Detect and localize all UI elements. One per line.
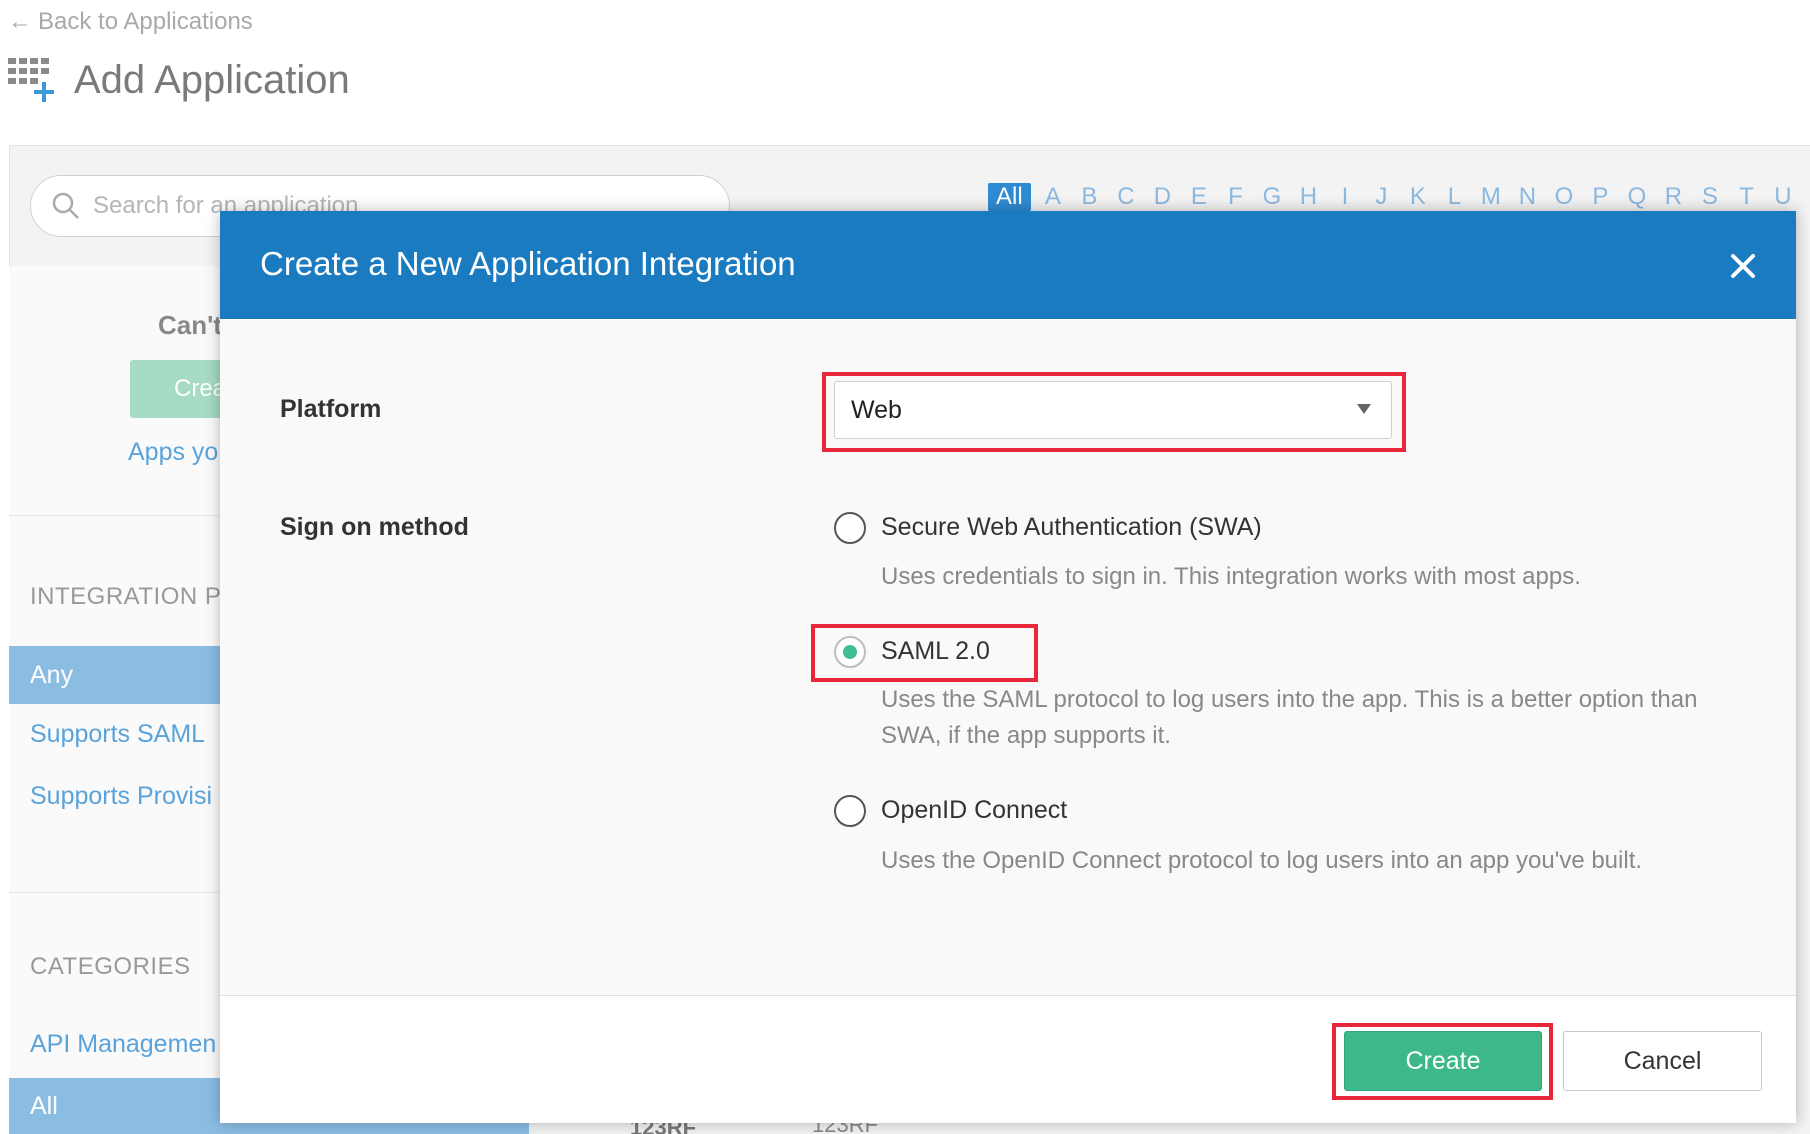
alphabet-filter-c[interactable]: C [1108,183,1145,211]
alphabet-filter-l[interactable]: L [1436,183,1473,211]
cant-find-text: Can't [158,310,222,340]
alphabet-filter-k[interactable]: K [1400,183,1437,211]
alphabet-filter-m[interactable]: M [1473,183,1510,211]
create-button[interactable]: Create [1344,1031,1542,1091]
alphabet-filter-o[interactable]: O [1546,183,1583,211]
modal-title: Create a New Application Integration [260,245,796,282]
close-icon[interactable] [1730,253,1756,279]
alphabet-filter-p[interactable]: P [1582,183,1619,211]
sign-on-method-label: Sign on method [280,513,469,541]
integration-heading: INTEGRATION PR [30,583,240,610]
sidebar-item-supports-provisioning[interactable]: Supports Provisi [30,782,212,811]
sidebar-item-supports-saml[interactable]: Supports SAML [30,720,205,749]
search-icon [52,192,79,219]
radio-swa[interactable] [834,512,866,544]
platform-select-value: Web [851,395,902,424]
option-label-swa[interactable]: Secure Web Authentication (SWA) [881,513,1262,542]
radio-saml[interactable] [834,636,866,668]
radio-openid[interactable] [834,795,866,827]
create-integration-modal: Create a New Application Integration [220,211,1796,1123]
back-arrow-icon: ← [8,8,32,35]
back-to-applications-link[interactable]: ← Back to Applications [8,8,253,36]
add-apps-grid-icon [8,56,56,104]
alphabet-filter-f[interactable]: F [1217,183,1254,211]
alphabet-filter-u[interactable]: U [1765,183,1802,211]
alphabet-filter-h[interactable]: H [1290,183,1327,211]
alphabet-filter-b[interactable]: B [1071,183,1108,211]
alphabet-filter-j[interactable]: J [1363,183,1400,211]
option-label-saml[interactable]: SAML 2.0 [881,637,990,666]
categories-heading: CATEGORIES [30,953,191,980]
alphabet-filter-n[interactable]: N [1509,183,1546,211]
option-desc-saml: Uses the SAML protocol to log users into… [881,686,1698,749]
alphabet-filter-s[interactable]: S [1692,183,1729,211]
alphabet-filter: All A B C D E F G H I J K L M N O P Q R S T U [988,183,1801,211]
platform-label: Platform [280,395,382,423]
option-desc-swa: Uses credentials to sign in. This integr… [881,563,1581,590]
alphabet-filter-e[interactable]: E [1181,183,1218,211]
alphabet-filter-d[interactable]: D [1144,183,1181,211]
dropdown-arrow-icon [1357,404,1371,414]
alphabet-filter-q[interactable]: Q [1619,183,1656,211]
sidebar-item-api-management[interactable]: API Managemen [30,1030,216,1059]
alphabet-filter-a[interactable]: A [1035,183,1072,211]
alphabet-filter-g[interactable]: G [1254,183,1291,211]
modal-footer [220,995,1796,1123]
alphabet-filter-i[interactable]: I [1327,183,1364,211]
option-desc-openid: Uses the OpenID Connect protocol to log … [881,847,1643,874]
apps-you-created-link[interactable]: Apps yo [128,438,218,467]
back-link-label: Back to Applications [38,8,253,35]
page-header: Add Application [8,56,350,104]
cancel-button[interactable]: Cancel [1563,1031,1762,1091]
page-title: Add Application [74,57,350,102]
alphabet-filter-all[interactable]: All [988,183,1031,211]
option-label-openid[interactable]: OpenID Connect [881,796,1067,825]
modal-header: Create a New Application Integration [220,211,1796,319]
alphabet-filter-r[interactable]: R [1655,183,1692,211]
platform-select[interactable]: Web [834,381,1392,439]
alphabet-filter-t[interactable]: T [1728,183,1765,211]
